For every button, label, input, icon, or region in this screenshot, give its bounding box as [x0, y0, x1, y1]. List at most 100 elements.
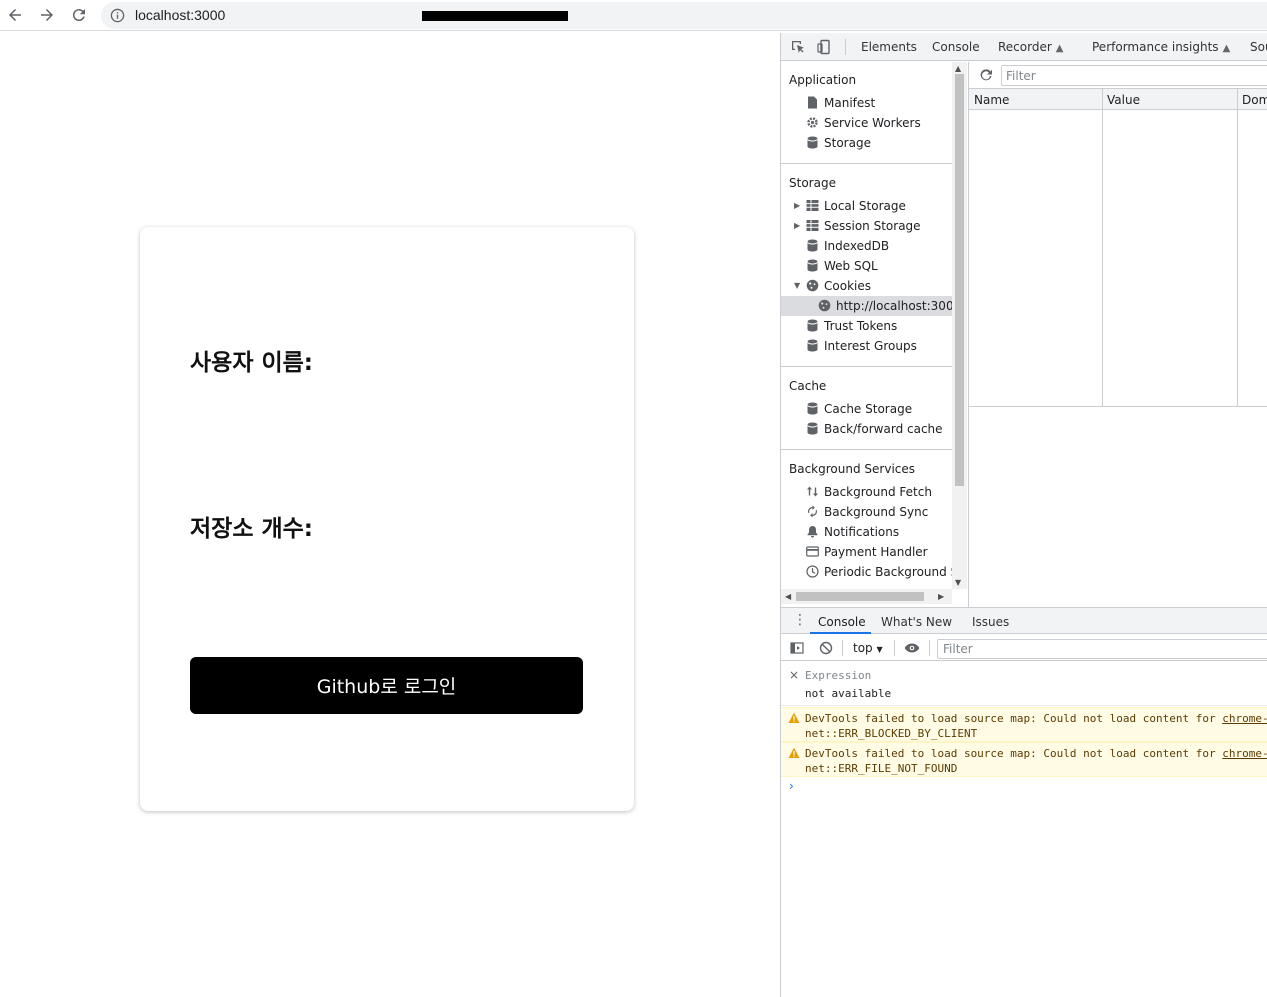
sidebar-item-label: Background Fetch — [824, 485, 932, 499]
warning-icon — [788, 747, 800, 758]
live-expression: × Expression not available — [781, 662, 1267, 706]
tab-console[interactable]: Console — [932, 40, 980, 54]
warning-text: DevTools failed to load source map: Coul… — [805, 712, 1223, 725]
devtools-panel: Elements Console Recorder ▲ Performance i… — [780, 33, 1267, 997]
sidebar-vertical-scrollbar[interactable]: ▲ ▼ — [952, 62, 967, 589]
sidebar-item-cookie-localhost[interactable]: http://localhost:3000 — [781, 296, 961, 316]
sidebar-item-notifications[interactable]: Notifications — [781, 522, 952, 542]
warning-error-code: net::ERR_BLOCKED_BY_CLIENT — [805, 727, 978, 740]
column-header-name[interactable]: Name — [974, 93, 1009, 107]
scrollbar-thumb[interactable] — [796, 592, 924, 601]
console-prompt[interactable]: › — [789, 779, 794, 793]
column-header-domain[interactable]: Dom — [1242, 93, 1267, 107]
cookie-icon — [818, 299, 831, 312]
profile-card: 사용자 이름: 저장소 개수: Github로 로그인 — [140, 227, 634, 811]
inspect-element-icon[interactable] — [790, 39, 806, 55]
source-link[interactable]: chrome- — [1222, 747, 1267, 760]
clear-console-icon[interactable] — [819, 641, 833, 655]
expand-triangle-icon[interactable]: ▶ — [794, 201, 800, 210]
tab-performance-insights[interactable]: Performance insights ▲ — [1092, 40, 1230, 54]
toolbar-separator — [894, 640, 895, 656]
device-toolbar-icon[interactable] — [816, 39, 832, 55]
collapse-triangle-icon[interactable]: ▼ — [794, 281, 800, 290]
sidebar-item-background-sync[interactable]: Background Sync — [781, 502, 952, 522]
drawer-tab-issues[interactable]: Issues — [972, 615, 1009, 629]
tab-recorder-label: Recorder — [998, 40, 1052, 54]
sidebar-item-manifest[interactable]: Manifest — [781, 93, 952, 113]
console-filter-input[interactable]: Filter — [937, 639, 1267, 659]
address-text[interactable]: localhost:3000 — [135, 7, 225, 23]
expand-triangle-icon[interactable]: ▶ — [794, 221, 800, 230]
sidebar-item-label: Trust Tokens — [824, 319, 898, 333]
cookies-filter-input[interactable]: Filter — [1001, 65, 1267, 86]
column-divider[interactable] — [1237, 89, 1238, 407]
grid-icon — [806, 220, 819, 231]
sync-icon — [808, 505, 817, 518]
sidebar-item-label: Cookies — [824, 279, 871, 293]
drawer-tab-console[interactable]: Console — [818, 615, 866, 629]
cookie-icon — [806, 279, 819, 292]
tab-sources[interactable]: Sou — [1250, 40, 1267, 54]
sidebar-item-label: Storage — [824, 136, 871, 150]
scroll-right-icon[interactable]: ▶ — [938, 592, 944, 601]
tab-recorder[interactable]: Recorder ▲ — [998, 40, 1063, 54]
devtools-tab-bar: Elements Console Recorder ▲ Performance i… — [781, 33, 1267, 61]
more-options-icon[interactable]: ⋮ — [793, 613, 807, 627]
file-icon — [808, 96, 817, 109]
active-tab-indicator — [810, 632, 871, 634]
scroll-left-icon[interactable]: ◀ — [785, 592, 791, 601]
sidebar-item-label: http://localhost:3000 — [836, 299, 962, 313]
arrow-left-icon — [9, 9, 21, 21]
drawer-tab-whats-new[interactable]: What's New — [881, 615, 952, 629]
section-divider — [781, 366, 952, 367]
scrollbar-thumb[interactable] — [955, 74, 964, 486]
eye-icon[interactable] — [904, 641, 920, 655]
column-divider[interactable] — [1102, 89, 1103, 407]
sidebar-item-label: Back/forward cache — [824, 422, 943, 436]
tab-elements[interactable]: Elements — [861, 40, 917, 54]
reload-button[interactable] — [66, 3, 92, 27]
sidebar-item-background-fetch[interactable]: Background Fetch — [781, 482, 952, 502]
sidebar-item-periodic-background-sync[interactable]: Periodic Background Syn — [781, 562, 967, 582]
sidebar-item-payment-handler[interactable]: Payment Handler — [781, 542, 952, 562]
sidebar-item-service-workers[interactable]: Service Workers — [781, 113, 952, 133]
sidebar-item-label: Local Storage — [824, 199, 906, 213]
sidebar-item-session-storage[interactable]: ▶ Session Storage — [781, 216, 952, 236]
scroll-up-icon[interactable]: ▲ — [955, 64, 961, 73]
sidebar-item-label: Web SQL — [824, 259, 878, 273]
back-button[interactable] — [2, 3, 28, 27]
context-selector[interactable]: top ▼ — [853, 641, 883, 655]
cookies-table: Name Value Dom — [969, 89, 1267, 407]
scroll-down-icon[interactable]: ▼ — [955, 578, 961, 587]
sidebar-item-label: Service Workers — [824, 116, 921, 130]
refresh-icon[interactable] — [979, 68, 993, 82]
sidebar-horizontal-scrollbar[interactable]: ◀ ▶ — [781, 589, 952, 604]
sidebar-item-cache-storage[interactable]: Cache Storage — [781, 399, 952, 419]
sidebar-item-label: Interest Groups — [824, 339, 917, 353]
column-header-value[interactable]: Value — [1107, 93, 1140, 107]
section-divider — [781, 449, 952, 450]
forward-button[interactable] — [34, 3, 60, 27]
info-icon[interactable] — [110, 8, 125, 23]
expression-label[interactable]: Expression — [805, 669, 871, 682]
bell-icon — [807, 526, 818, 538]
arrow-right-icon — [41, 9, 53, 21]
source-link[interactable]: chrome- — [1222, 712, 1267, 725]
sidebar-toggle-icon[interactable] — [790, 641, 804, 655]
sidebar-item-storage[interactable]: Storage — [781, 133, 952, 153]
github-login-button[interactable]: Github로 로그인 — [190, 657, 583, 714]
sidebar-item-indexeddb[interactable]: IndexedDB — [781, 236, 952, 256]
context-selector-label: top — [853, 641, 873, 655]
address-bar[interactable]: localhost:3000 — [101, 2, 1267, 29]
grid-icon — [806, 200, 819, 211]
sidebar-item-cookies[interactable]: ▼ Cookies — [781, 276, 952, 296]
reload-icon — [72, 9, 85, 22]
clock-icon — [806, 565, 819, 578]
sidebar-item-back-forward-cache[interactable]: Back/forward cache — [781, 419, 952, 439]
sidebar-item-interest-groups[interactable]: Interest Groups — [781, 336, 952, 356]
dropdown-arrow-icon: ▼ — [876, 645, 883, 654]
sidebar-item-trust-tokens[interactable]: Trust Tokens — [781, 316, 952, 336]
sidebar-item-web-sql[interactable]: Web SQL — [781, 256, 952, 276]
sidebar-item-local-storage[interactable]: ▶ Local Storage — [781, 196, 952, 216]
close-icon[interactable]: × — [789, 668, 799, 682]
